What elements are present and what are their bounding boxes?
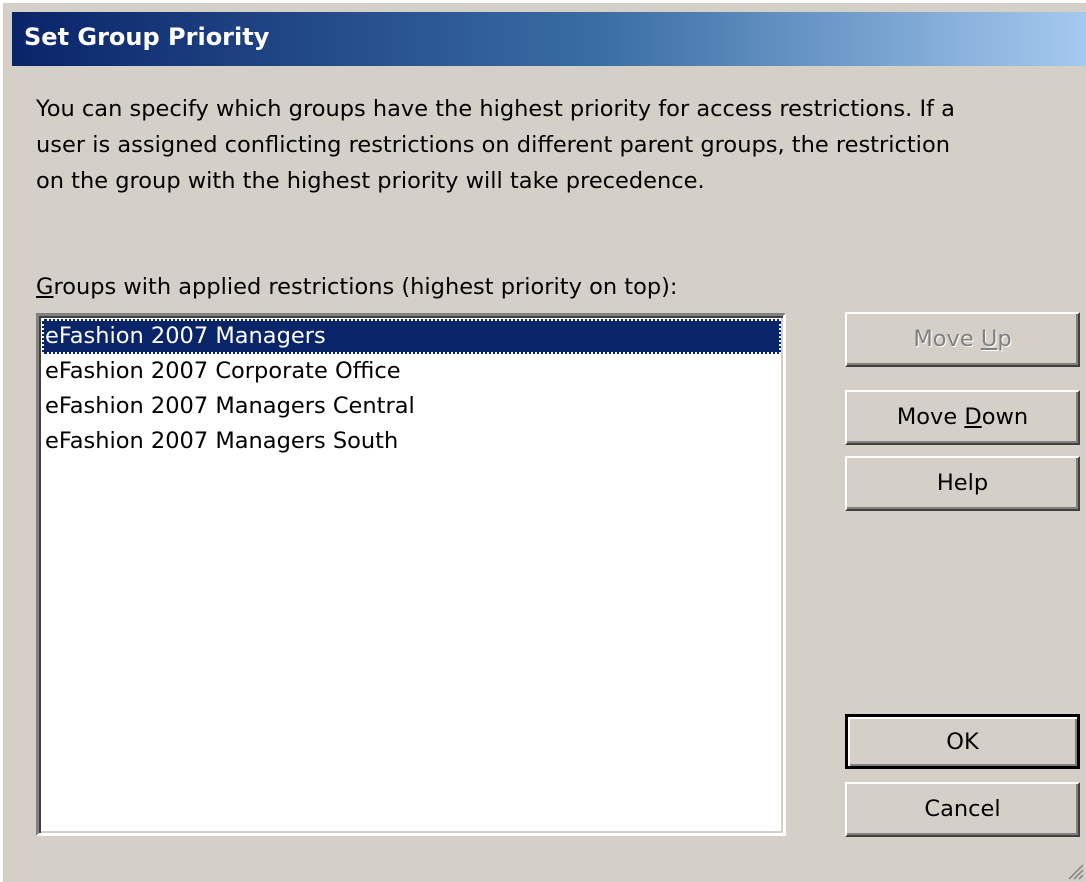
groups-label-mnemonic: G <box>36 274 54 300</box>
move-up-label-start: Move <box>913 326 981 352</box>
ok-button-label: OK <box>946 729 979 755</box>
ok-button[interactable]: OK <box>845 714 1080 769</box>
help-button[interactable]: Help <box>845 456 1080 511</box>
list-item[interactable]: eFashion 2007 Corporate Office <box>42 354 781 389</box>
list-item-label: eFashion 2007 Corporate Office <box>45 358 401 384</box>
cancel-button[interactable]: Cancel <box>845 782 1080 837</box>
move-down-mnemonic: D <box>964 404 982 430</box>
groups-list-label: Groups with applied restrictions (highes… <box>36 271 678 303</box>
groups-label-text: roups with applied restrictions (highest… <box>53 274 678 300</box>
move-up-label-end: p <box>997 326 1012 352</box>
list-item[interactable]: eFashion 2007 Managers <box>42 319 781 354</box>
title-bar[interactable]: Set Group Priority <box>12 12 1086 66</box>
groups-listbox[interactable]: eFashion 2007 Managers eFashion 2007 Cor… <box>36 313 786 836</box>
cancel-button-label: Cancel <box>924 796 1001 822</box>
dialog-title: Set Group Priority <box>24 23 270 51</box>
help-button-label: Help <box>936 470 989 496</box>
resize-grip-icon[interactable] <box>1066 862 1084 880</box>
list-item-label: eFashion 2007 Managers South <box>45 428 399 454</box>
description-text: You can specify which groups have the hi… <box>36 96 955 194</box>
move-down-label-start: Move <box>896 404 965 430</box>
move-up-mnemonic: U <box>980 326 998 352</box>
list-item-label: eFashion 2007 Managers <box>45 323 326 349</box>
list-item-label: eFashion 2007 Managers Central <box>45 393 415 419</box>
move-up-button[interactable]: Move Up <box>845 312 1080 367</box>
list-item[interactable]: eFashion 2007 Managers Central <box>42 389 781 424</box>
list-item[interactable]: eFashion 2007 Managers South <box>42 424 781 459</box>
move-down-label-end: own <box>981 404 1029 430</box>
set-group-priority-dialog: Set Group Priority You can specify which… <box>0 0 1086 882</box>
move-down-button[interactable]: Move Down <box>845 390 1080 445</box>
